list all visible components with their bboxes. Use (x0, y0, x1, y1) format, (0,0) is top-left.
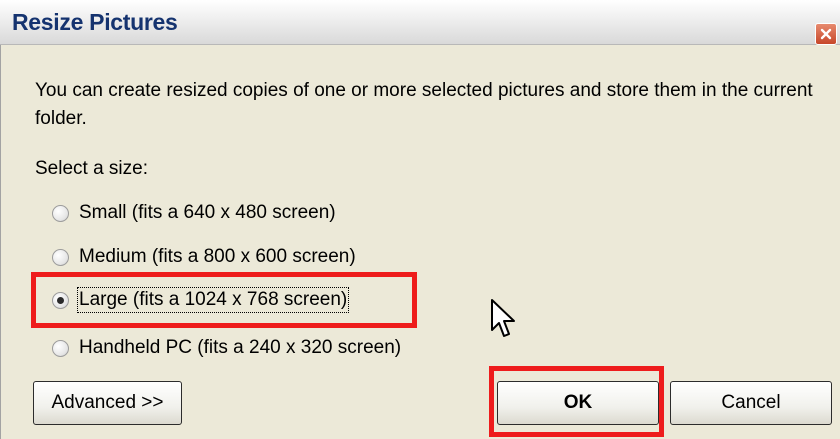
option-large-label: Large (fits a 1024 x 768 screen) (76, 287, 350, 313)
dialog-title: Resize Pictures (12, 9, 178, 35)
radio-small[interactable] (52, 204, 69, 222)
select-size-label: Select a size: (35, 158, 148, 179)
close-icon (820, 28, 832, 40)
cancel-button[interactable]: Cancel (670, 381, 832, 425)
option-handheld-label: Handheld PC (fits a 240 x 320 screen) (79, 337, 402, 358)
option-small-label: Small (fits a 640 x 480 screen) (79, 202, 336, 223)
option-handheld[interactable]: Handheld PC (fits a 240 x 320 screen) (52, 334, 401, 362)
mouse-pointer-icon (490, 298, 518, 347)
radio-handheld[interactable] (52, 339, 69, 357)
radio-medium[interactable] (52, 248, 69, 266)
option-small[interactable]: Small (fits a 640 x 480 screen) (52, 199, 336, 227)
resize-pictures-dialog: Resize Pictures You can create resized c… (0, 0, 840, 439)
title-bar[interactable]: Resize Pictures (0, 0, 840, 45)
option-large[interactable]: Large (fits a 1024 x 768 screen) (52, 286, 350, 314)
description-text: You can create resized copies of one or … (35, 80, 813, 129)
advanced-button[interactable]: Advanced >> (33, 381, 182, 425)
close-button[interactable] (815, 23, 837, 45)
option-medium[interactable]: Medium (fits a 800 x 600 screen) (52, 243, 356, 271)
option-medium-label: Medium (fits a 800 x 600 screen) (79, 246, 356, 267)
radio-large[interactable] (52, 291, 69, 309)
ok-button[interactable]: OK (497, 381, 659, 425)
